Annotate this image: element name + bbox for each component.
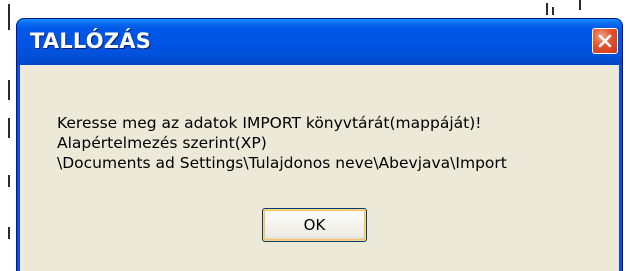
background-line bbox=[579, 0, 581, 10]
dialog-body: Keresse meg az adatok IMPORT könyvtárát(… bbox=[20, 65, 619, 271]
background-line bbox=[8, 227, 10, 239]
ok-button[interactable]: OK bbox=[262, 208, 367, 242]
message-dialog: TALLÓZÁS Keresse meg az adatok IMPORT kö… bbox=[16, 18, 623, 271]
dialog-titlebar[interactable]: TALLÓZÁS bbox=[17, 19, 622, 65]
background-line bbox=[8, 4, 10, 30]
background-line bbox=[552, 7, 554, 15]
background-line bbox=[546, 3, 548, 15]
background-line bbox=[8, 175, 10, 187]
close-icon bbox=[598, 34, 612, 48]
dialog-title: TALLÓZÁS bbox=[30, 29, 152, 53]
message-line: \Documents ad Settings\Tulajdonos neve\A… bbox=[57, 154, 507, 172]
message-line: Alapértelmezés szerint(XP) bbox=[57, 134, 267, 152]
ok-button-label: OK bbox=[303, 216, 326, 234]
message-line: Keresse meg az adatok IMPORT könyvtárát(… bbox=[57, 114, 482, 132]
background-line bbox=[8, 80, 10, 100]
dialog-message: Keresse meg az adatok IMPORT könyvtárát(… bbox=[57, 113, 507, 173]
background-line bbox=[8, 118, 10, 138]
close-button[interactable] bbox=[592, 28, 618, 54]
